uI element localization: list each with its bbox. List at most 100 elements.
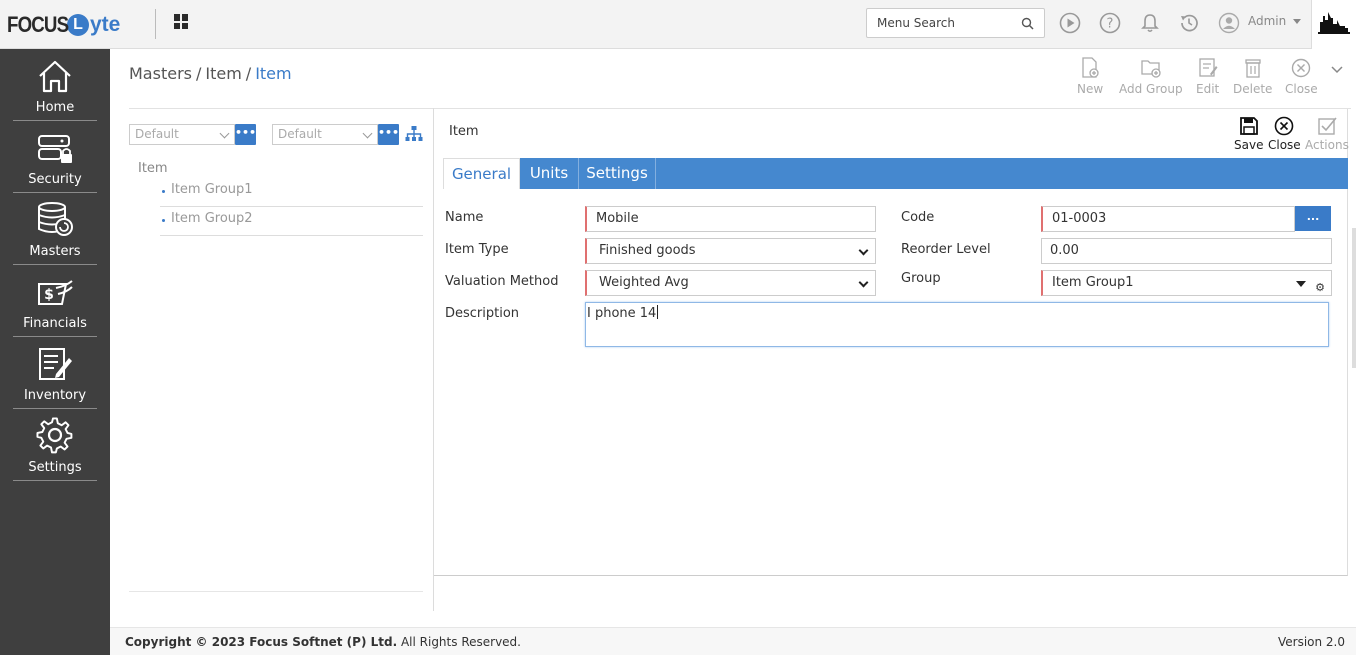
logo-yte-text: yte — [90, 13, 121, 36]
name-field[interactable]: Mobile — [585, 206, 876, 232]
group-select-value: Item Group1 — [1052, 275, 1134, 290]
sidebar-item-financials[interactable]: $ Financials — [13, 265, 97, 337]
sidebar-item-label: Inventory — [23, 388, 87, 403]
save-button-label: Save — [1234, 138, 1264, 152]
copyright-text: Copyright © 2023 Focus Softnet (P) Ltd. … — [125, 635, 521, 649]
tree-root-item[interactable]: Item — [138, 161, 168, 176]
save-icon — [1239, 117, 1258, 135]
tree-filter-select-1[interactable]: Default — [129, 124, 235, 145]
valuation-method-label: Valuation Method — [445, 274, 559, 289]
add-folder-icon — [1141, 60, 1161, 78]
masters-icon — [38, 202, 73, 236]
close-form-button[interactable]: Close — [1268, 116, 1301, 152]
sidebar-item-label: Home — [35, 100, 75, 115]
item-type-select[interactable]: Finished goods — [585, 238, 876, 264]
delete-button-label: Delete — [1233, 82, 1273, 96]
trash-icon — [1245, 59, 1261, 78]
tree-filter-select-2[interactable]: Default — [272, 124, 378, 145]
new-button[interactable]: New — [1077, 57, 1103, 96]
breadcrumb-item[interactable]: Item — [205, 64, 241, 83]
group-label: Group — [901, 271, 941, 286]
sidebar-item-security[interactable]: Security — [13, 121, 97, 193]
tab-units[interactable]: Units — [520, 158, 579, 189]
inventory-icon — [39, 348, 72, 380]
footer: Copyright © 2023 Focus Softnet (P) Ltd. … — [110, 627, 1356, 655]
chevron-down-icon[interactable] — [1331, 66, 1343, 74]
apps-grid-icon[interactable] — [174, 14, 189, 29]
add-group-button[interactable]: Add Group — [1119, 57, 1183, 96]
logo-l-circle: L — [67, 14, 89, 36]
chevron-down-icon — [219, 128, 230, 139]
tree-filter-select-1-value: Default — [135, 127, 179, 141]
sidebar-item-label: Financials — [23, 316, 87, 331]
description-label: Description — [445, 306, 520, 321]
name-label: Name — [445, 210, 484, 225]
bell-icon[interactable] — [1139, 12, 1161, 34]
play-icon[interactable] — [1059, 12, 1081, 34]
sidebar-item-inventory[interactable]: Inventory — [13, 337, 97, 409]
sidebar-item-settings[interactable]: Settings — [13, 409, 97, 481]
caret-down-icon[interactable] — [1296, 281, 1306, 287]
code-lookup-button[interactable]: ... — [1295, 206, 1331, 231]
search-icon[interactable] — [1021, 17, 1034, 30]
item-type-select-value: Finished goods — [599, 243, 696, 258]
reorder-level-field[interactable]: 0.00 — [1041, 238, 1332, 264]
app-logo[interactable]: FOCUS L yte — [7, 11, 120, 39]
scrollbar[interactable] — [1352, 228, 1356, 368]
breadcrumb-separator: / — [245, 64, 252, 83]
save-button[interactable]: Save — [1234, 116, 1263, 152]
edit-button[interactable]: Edit — [1196, 57, 1219, 96]
hierarchy-icon[interactable] — [405, 125, 423, 143]
version-text: Version 2.0 — [1277, 635, 1345, 649]
sidebar-item-masters[interactable]: Masters — [13, 193, 97, 265]
tab-settings[interactable]: Settings — [579, 158, 656, 189]
close-circle-icon — [1292, 58, 1311, 78]
close-page-button[interactable]: Close — [1285, 57, 1318, 96]
group-select[interactable]: Item Group1 ⚙ — [1041, 270, 1332, 296]
tree-item-group1[interactable]: Item Group1 — [160, 177, 423, 207]
item-type-label: Item Type — [445, 242, 509, 257]
company-logo[interactable] — [1311, 0, 1356, 49]
valuation-method-select[interactable]: Weighted Avg — [585, 270, 876, 296]
breadcrumb: Masters / Item / Item — [129, 64, 292, 83]
history-icon[interactable] — [1178, 12, 1200, 34]
breadcrumb-current: Item — [255, 64, 292, 83]
gear-icon[interactable]: ⚙ — [1315, 276, 1325, 300]
reorder-level-label: Reorder Level — [901, 242, 991, 257]
menu-search[interactable] — [866, 8, 1045, 38]
menu-search-input[interactable] — [867, 9, 1007, 37]
svg-text:?: ? — [1107, 17, 1114, 32]
copyright-rights: All Rights Reserved. — [397, 635, 521, 649]
sidebar-item-label: Security — [28, 172, 82, 187]
tree-item-group2[interactable]: Item Group2 — [160, 206, 423, 236]
tree-filter-2-more-button[interactable]: ••• — [378, 124, 399, 145]
tree-filter-select-2-value: Default — [278, 127, 322, 141]
user-icon[interactable] — [1218, 12, 1240, 34]
settings-icon — [36, 417, 73, 454]
sidebar: Home Security Masters $ Financials Inven… — [0, 49, 110, 655]
delete-button[interactable]: Delete — [1233, 57, 1272, 96]
chevron-down-icon — [858, 277, 869, 288]
sidebar-item-home[interactable]: Home — [13, 49, 97, 121]
new-document-icon — [1082, 57, 1099, 78]
tree-item-label: Item Group2 — [171, 211, 253, 226]
code-field[interactable]: 01-0003 — [1041, 206, 1295, 232]
topbar-divider — [155, 9, 156, 39]
close-page-button-label: Close — [1285, 82, 1318, 96]
tree-filter-1-more-button[interactable]: ••• — [235, 124, 256, 145]
copyright-company: Copyright © 2023 Focus Softnet (P) Ltd. — [125, 635, 398, 649]
user-name[interactable]: Admin — [1248, 14, 1286, 28]
checkbox-icon — [1318, 117, 1337, 135]
help-icon[interactable]: ? — [1099, 12, 1121, 34]
tab-general[interactable]: General — [443, 158, 520, 189]
chevron-down-icon[interactable] — [1293, 19, 1301, 24]
breadcrumb-masters[interactable]: Masters — [129, 64, 192, 83]
description-value: I phone 14 — [587, 306, 657, 321]
security-icon — [38, 135, 72, 163]
description-textarea[interactable]: I phone 14 — [585, 302, 1329, 347]
actions-button[interactable]: Actions — [1305, 116, 1349, 152]
add-group-button-label: Add Group — [1119, 82, 1183, 96]
financials-icon: $ — [38, 280, 73, 305]
close-form-button-label: Close — [1268, 138, 1301, 152]
tree-panel-bottom-divider — [129, 591, 423, 592]
